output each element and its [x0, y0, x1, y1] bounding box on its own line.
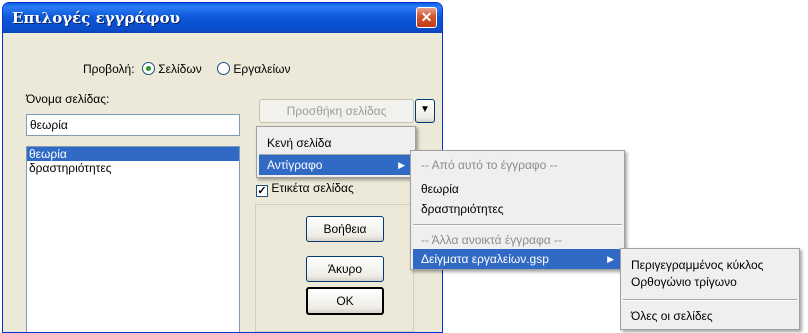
menu-item-tool-samples[interactable]: Δείγματα εργαλείων.gsp ▶	[413, 249, 622, 269]
close-button[interactable]: ✕	[416, 7, 437, 28]
dialog-title: Επιλογές εγγράφου	[12, 9, 180, 27]
menu-header-this-document: -- Από αυτό το έγγραφο --	[421, 158, 558, 172]
menu-separator	[413, 224, 622, 226]
tool-samples-submenu: Περιγεγραμμένος κύκλος Ορθογώνιο τρίγωνο…	[620, 248, 800, 330]
menu-item-copy[interactable]: Αντίγραφο ▶	[259, 155, 413, 175]
add-page-dropdown[interactable]: ▼	[415, 99, 435, 123]
view-tools-radio[interactable]	[217, 62, 231, 75]
cancel-button[interactable]: Άκυρο	[306, 256, 384, 282]
submenu-arrow-icon: ▶	[607, 254, 614, 264]
view-pages-radio[interactable]	[141, 62, 155, 75]
menu-separator	[623, 299, 797, 301]
ok-button[interactable]: OK	[306, 287, 384, 315]
page-tab-checkbox[interactable]: ✓	[256, 185, 268, 197]
close-icon: ✕	[420, 9, 433, 25]
add-page-menu: Κενή σελίδα Αντίγραφο ▶	[256, 126, 416, 178]
page-tab-label: Ετικέτα σελίδας	[271, 181, 354, 195]
pages-list[interactable]: θεωρία δραστηριότητες	[26, 146, 240, 332]
help-button[interactable]: Βοήθεια	[306, 216, 384, 242]
menu-item-all-pages[interactable]: Όλες οι σελίδες	[623, 306, 797, 326]
submenu-arrow-icon: ▶	[398, 160, 405, 170]
view-label: Προβολή:	[83, 62, 135, 76]
menu-header-other-documents: -- Άλλα ανοικτά έγγραφα --	[421, 233, 563, 247]
menu-item-copy-label: Αντίγραφο	[267, 158, 323, 172]
page-tab-option[interactable]: ✓ Ετικέτα σελίδας	[256, 181, 354, 197]
copy-submenu: -- Από αυτό το έγγραφο -- θεωρία δραστηρ…	[410, 150, 625, 270]
menu-item-tool-samples-label: Δείγματα εργαλείων.gsp	[421, 252, 549, 266]
title-bar[interactable]: Επιλογές εγγράφου ✕	[3, 3, 442, 33]
menu-item-activities[interactable]: δραστηριότητες	[413, 199, 622, 219]
menu-item-blank-page[interactable]: Κενή σελίδα	[259, 133, 413, 153]
menu-item-theory[interactable]: θεωρία	[413, 179, 622, 199]
add-page-button[interactable]: Προσθήκη σελίδας	[259, 99, 414, 123]
dropdown-arrow-icon: ▼	[420, 104, 430, 115]
page-name-label: Όνομα σελίδας:	[26, 92, 110, 106]
view-pages-label: Σελίδων	[158, 62, 202, 76]
page-name-value: θεωρία	[30, 118, 68, 132]
list-item[interactable]: δραστηριότητες	[27, 161, 239, 175]
menu-item-right-triangle[interactable]: Ορθογώνιο τρίγωνο	[623, 272, 797, 292]
list-item[interactable]: θεωρία	[27, 147, 239, 161]
view-tools-label: Εργαλείων	[233, 62, 291, 76]
page-name-field[interactable]: θεωρία	[26, 114, 240, 136]
view-row: Προβολή: Σελίδων Εργαλείων	[83, 62, 291, 76]
